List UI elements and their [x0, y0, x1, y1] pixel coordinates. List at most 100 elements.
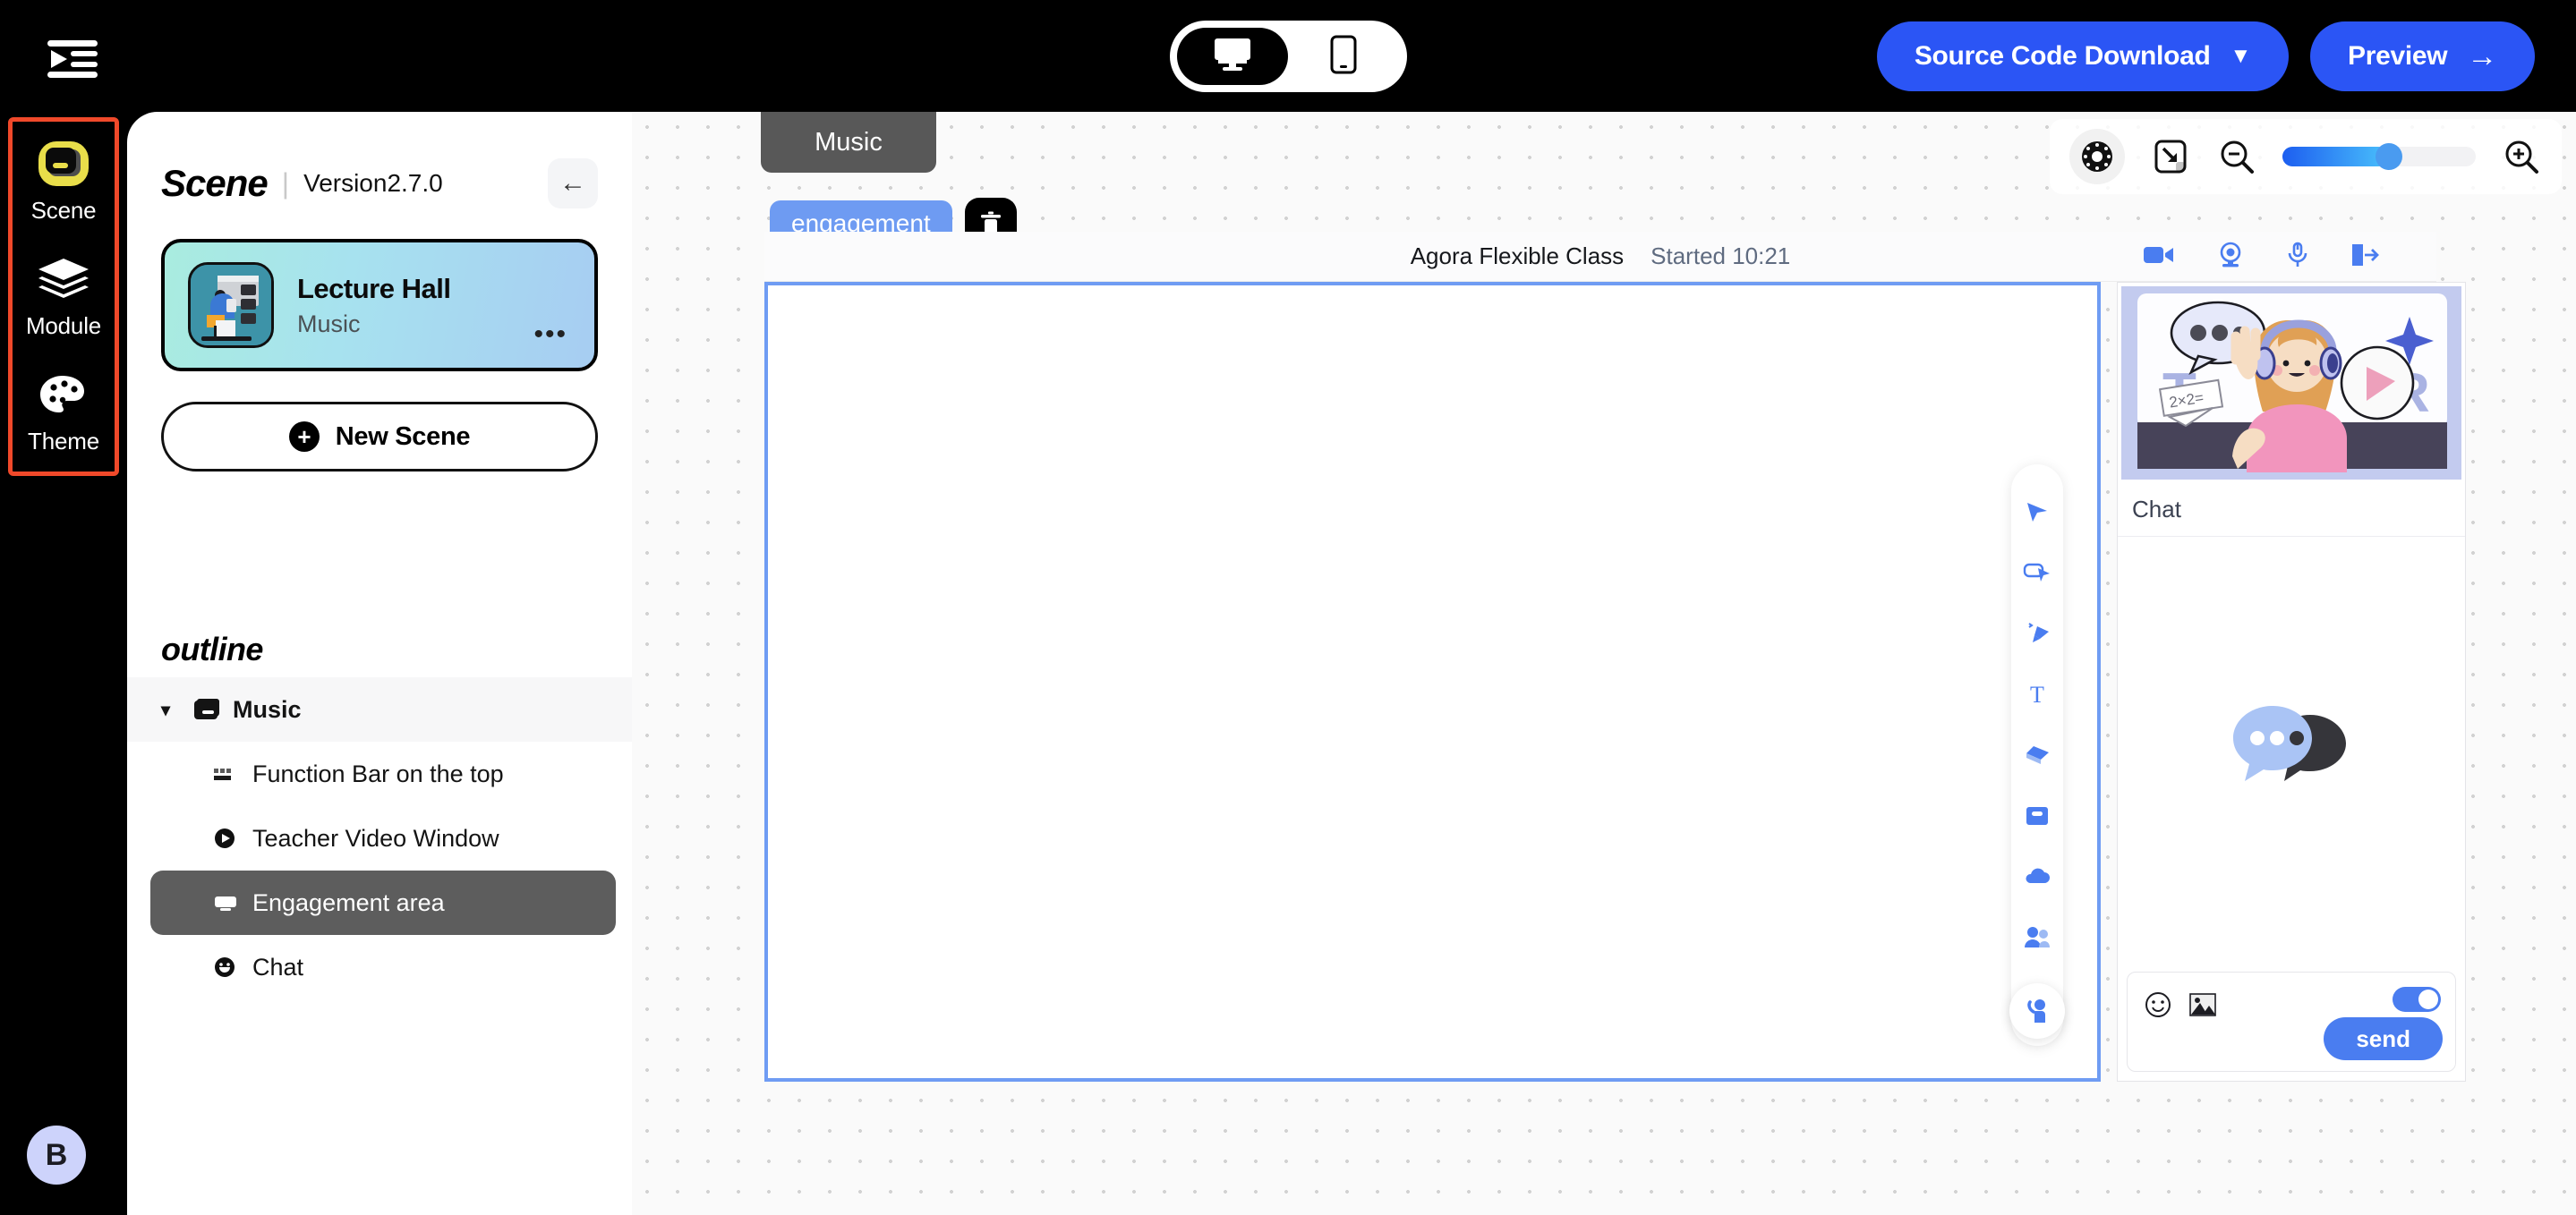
- exit-door-icon[interactable]: [2350, 242, 2379, 272]
- preview-label: Preview: [2347, 41, 2448, 71]
- microphone-icon[interactable]: [2286, 242, 2309, 273]
- chat-bubbles-icon: [2224, 699, 2358, 802]
- sidebar-item-theme-label: Theme: [28, 428, 99, 455]
- window-icon: [193, 698, 233, 721]
- camera-video-icon[interactable]: [2143, 243, 2175, 271]
- scene-card-more-button[interactable]: •••: [533, 321, 567, 348]
- tree-item-function-bar[interactable]: Function Bar on the top: [127, 742, 632, 806]
- tree-item-chat-label: Chat: [252, 953, 304, 981]
- plus-icon: +: [288, 421, 320, 452]
- highlighter-pen-icon[interactable]: [2013, 609, 2061, 658]
- device-option-desktop[interactable]: [1177, 28, 1288, 85]
- eraser-icon[interactable]: [2013, 731, 2061, 779]
- fit-to-screen-icon[interactable]: [2150, 136, 2191, 177]
- source-code-download-label: Source Code Download: [1914, 41, 2211, 71]
- left-rail: Scene Module Theme B: [0, 112, 127, 1215]
- class-title: Agora Flexible Class: [1410, 242, 1625, 269]
- teacher-illustration: T R 2×2=: [2121, 286, 2461, 480]
- zoom-in-icon[interactable]: [2501, 136, 2542, 177]
- chat-panel-label: Chat: [2118, 483, 2465, 537]
- back-button[interactable]: ←: [548, 158, 598, 208]
- stage-title-bar: Agora Flexible Class Started 10:21: [764, 232, 2436, 282]
- chevron-down-icon[interactable]: ▾: [161, 699, 184, 721]
- cursor-arrow-icon[interactable]: [2013, 488, 2061, 536]
- select-area-icon[interactable]: [2013, 548, 2061, 597]
- tree-item-chat[interactable]: Chat: [127, 935, 632, 999]
- page-title: Scene: [161, 162, 269, 204]
- raise-hand-icon[interactable]: [2009, 983, 2065, 1039]
- send-button[interactable]: send: [2324, 1017, 2443, 1060]
- save-disk-icon[interactable]: [2013, 792, 2061, 840]
- avatar[interactable]: B: [27, 1126, 86, 1185]
- scene-panel: Scene | Version2.7.0 ← Lecture Hall Musi…: [127, 112, 632, 1215]
- zoom-slider-fill: [2282, 147, 2388, 166]
- chat-enable-toggle[interactable]: [2393, 987, 2441, 1012]
- cloud-icon[interactable]: [2013, 853, 2061, 901]
- desktop-monitor-icon: [1212, 37, 1253, 77]
- tree-item-teacher-video-window-label: Teacher Video Window: [252, 824, 499, 852]
- zoom-slider[interactable]: [2282, 143, 2476, 170]
- tree-group-music-label: Music: [233, 695, 302, 723]
- arrow-right-icon: →: [2467, 38, 2497, 73]
- scene-icon: [33, 136, 94, 191]
- sidebar-item-scene-label: Scene: [30, 197, 97, 224]
- stage-wrapper: engagement Agora Flexible Class Started …: [764, 198, 2466, 1082]
- chat-smile-icon: [213, 956, 252, 979]
- mobile-phone-icon: [1330, 35, 1357, 79]
- scene-card-name: Lecture Hall: [297, 272, 451, 304]
- header-actions: Source Code Download ▼ Preview →: [1876, 21, 2535, 91]
- canvas-tab-music[interactable]: Music: [761, 112, 936, 173]
- chat-compose-box[interactable]: send: [2127, 972, 2456, 1072]
- top-bar: Source Code Download ▼ Preview →: [0, 0, 2576, 112]
- whiteboard-area[interactable]: T: [764, 282, 2101, 1082]
- scene-card-lecture-hall[interactable]: Lecture Hall Music •••: [161, 239, 598, 371]
- emoji-smile-icon[interactable]: [2142, 989, 2174, 1021]
- roster-people-icon[interactable]: [2013, 913, 2061, 962]
- stage-status-icons: [2143, 232, 2379, 282]
- chevron-down-icon: ▼: [2230, 44, 2252, 68]
- scene-panel-header: Scene | Version2.7.0 ←: [127, 112, 632, 208]
- title-divider: |: [281, 166, 290, 200]
- tree-item-engagement-area[interactable]: Engagement area: [150, 871, 616, 935]
- preview-button[interactable]: Preview →: [2309, 21, 2535, 91]
- new-scene-button[interactable]: + New Scene: [161, 402, 598, 472]
- module-layers-icon: [33, 251, 94, 307]
- engagement-area-icon: [213, 893, 252, 913]
- new-scene-label: New Scene: [335, 421, 471, 451]
- sidebar-item-scene[interactable]: Scene: [14, 136, 113, 225]
- sidebar-item-module[interactable]: Module: [14, 251, 113, 340]
- theme-palette-icon: [33, 367, 94, 422]
- outline-heading: outline: [161, 631, 263, 667]
- chat-panel: T R 2×2=: [2117, 282, 2466, 1082]
- collapse-sidebar-icon[interactable]: [41, 36, 104, 82]
- tree-item-engagement-area-label: Engagement area: [252, 888, 445, 916]
- tree-item-teacher-video-window[interactable]: Teacher Video Window: [127, 806, 632, 871]
- whiteboard-tool-strip: T: [2011, 464, 2063, 1046]
- scene-card-subtitle: Music: [297, 310, 361, 337]
- tree-group-music[interactable]: ▾ Music: [127, 677, 632, 742]
- design-canvas[interactable]: Music engagement Agora Flexible Class St…: [632, 112, 2576, 1215]
- source-code-download-button[interactable]: Source Code Download ▼: [1876, 21, 2289, 91]
- zoom-toolbar: [2050, 119, 2562, 194]
- outline-tree: ▾ Music Function Bar on the top Teacher …: [127, 677, 632, 999]
- toggle-knob: [2418, 990, 2438, 1009]
- tree-item-function-bar-label: Function Bar on the top: [252, 760, 504, 787]
- class-started-time: Started 10:21: [1651, 242, 1791, 269]
- zoom-slider-knob[interactable]: [2376, 143, 2402, 170]
- device-option-mobile[interactable]: [1288, 28, 1399, 85]
- svg-text:T: T: [2030, 682, 2044, 707]
- app-root: Source Code Download ▼ Preview → Scene M…: [0, 0, 2576, 1215]
- lecture-hall-thumbnail: [188, 262, 274, 348]
- sidebar-item-theme[interactable]: Theme: [14, 367, 113, 455]
- chat-message-list: [2118, 537, 2465, 963]
- scene-card-meta: Lecture Hall Music: [297, 272, 451, 338]
- function-bar-icon: [213, 765, 252, 783]
- loading-ring-icon[interactable]: [2069, 129, 2125, 184]
- image-upload-icon[interactable]: [2187, 989, 2219, 1021]
- version-label: Version2.7.0: [303, 169, 443, 197]
- zoom-out-icon[interactable]: [2216, 136, 2257, 177]
- video-play-icon: [213, 827, 252, 850]
- webcam-icon[interactable]: [2216, 242, 2245, 273]
- text-tool-icon[interactable]: T: [2013, 670, 2061, 718]
- device-preview-toggle[interactable]: [1170, 21, 1407, 92]
